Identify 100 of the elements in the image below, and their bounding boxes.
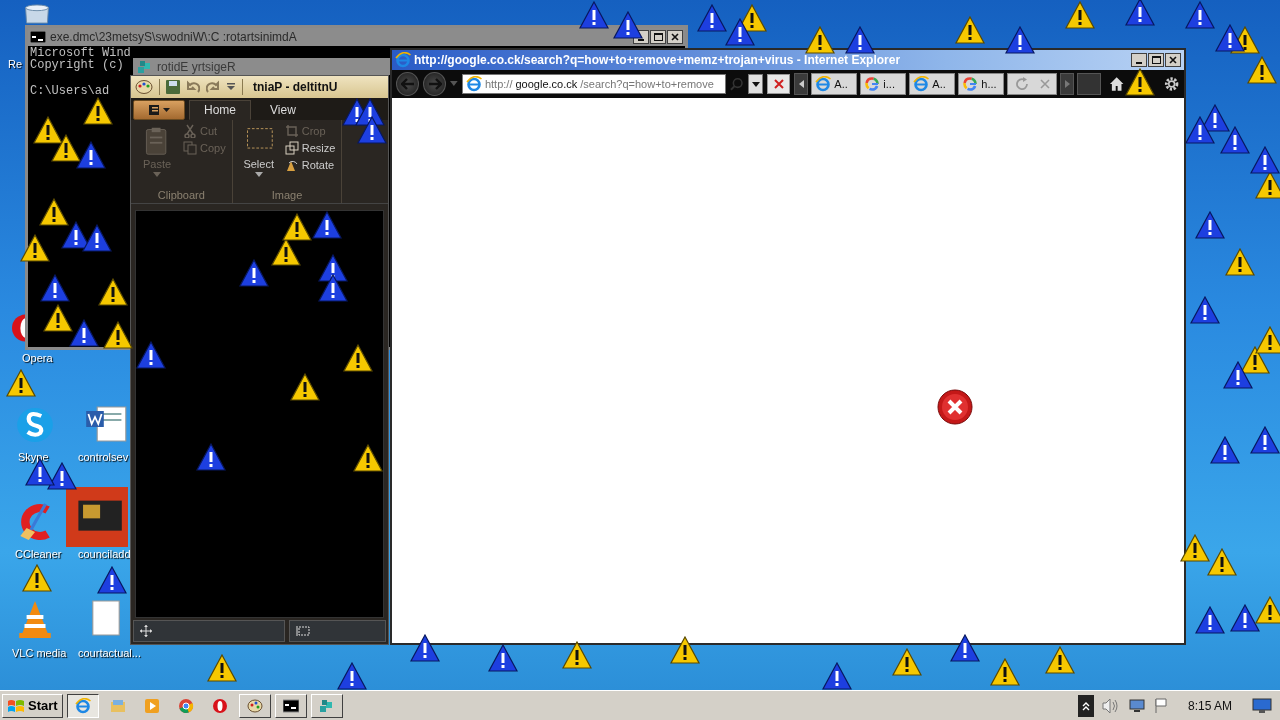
ribbon-button[interactable]: Resize [284,141,336,155]
drawing-canvas[interactable] [135,210,384,618]
tricolor-circle-icon [177,697,194,714]
scroll-right-button[interactable] [1060,73,1075,95]
flag-icon[interactable] [1153,697,1168,714]
browser-tab[interactable]: i... [860,73,907,95]
caret-icon [254,172,263,177]
warning-icon [239,259,269,287]
warning-icon [76,141,106,169]
desktop-icon-label[interactable]: Re [8,58,23,70]
taskbar-button[interactable] [66,693,99,718]
ribbon-tab[interactable]: View [255,100,311,120]
browser-tab[interactable]: h... [958,73,1005,95]
maximize-button[interactable] [1148,53,1164,67]
console-icon [30,31,46,43]
caret-icon [798,80,804,88]
warning-icon [1255,171,1280,199]
warning-icon [282,213,312,241]
forward-arrow-icon [427,78,442,90]
resize-icon [284,141,299,155]
warning-icon [845,26,875,54]
warning-icon [1247,56,1277,84]
redo-icon[interactable] [206,80,220,94]
folder-icon [109,697,126,714]
close-button[interactable] [1165,53,1181,67]
network-icon[interactable] [1127,698,1146,713]
scissors-icon [183,124,197,138]
warning-icon [196,443,226,471]
warning-icon [1195,606,1225,634]
start-button[interactable]: Start [2,693,63,718]
undo-icon[interactable] [186,80,200,94]
warning-icon [1215,24,1245,52]
stop-button[interactable] [767,74,791,94]
browser-logo-icon [465,76,482,92]
play-icon [143,697,160,714]
double-caret-icon [1081,700,1090,711]
address-dropdown-button[interactable] [747,74,764,94]
warning-icon [97,566,127,594]
home-icon[interactable] [1109,76,1125,92]
o-logo-icon [211,697,228,714]
warning-icon [69,319,99,347]
warning-icon [1210,436,1240,464]
console-icon [282,697,299,714]
stop-icon [773,79,784,89]
warning-icon [103,321,133,349]
back-button[interactable] [396,72,420,96]
warning-icon [6,369,36,397]
caret-icon [751,81,760,87]
caret-icon [153,172,161,177]
ribbon-button[interactable]: Select [238,124,279,189]
clock[interactable]: 8:15 AM [1187,698,1232,713]
warning-icon [82,224,112,252]
g-logo-icon [864,76,881,92]
group-label: Clipboard [157,189,205,201]
warning-icon [1230,604,1260,632]
copy-icon [183,141,197,155]
warning-icon [20,234,50,262]
forward-button[interactable] [423,72,447,96]
warning-icon [33,116,63,144]
warning-icon [1255,326,1280,354]
warning-icon [1125,0,1155,26]
window-title: rotidE yrtsigeR [157,59,236,74]
ribbon-tab[interactable]: Home [189,100,251,120]
warning-icon [1223,361,1253,389]
speaker-icon[interactable] [1101,697,1120,714]
warning-icon [357,116,387,144]
new-tab-button[interactable] [1077,73,1102,95]
browser-tab[interactable]: A.. [811,73,858,95]
warning-icon [892,648,922,676]
warning-icon [1225,248,1255,276]
browser-tab[interactable]: A.. [909,73,956,95]
warning-icon [39,198,69,226]
rotate-icon [284,158,299,172]
warning-icon [1195,211,1225,239]
warning-icon [1207,548,1237,576]
refresh-icon [1015,77,1030,91]
dropdown-icon[interactable] [450,81,458,87]
ribbon-button[interactable]: Rotate [284,158,336,172]
warning-icon [312,211,342,239]
warning-icon [1250,146,1280,174]
warning-icon [98,278,128,306]
minimize-button[interactable] [1131,53,1147,67]
warning-icon [83,97,113,125]
warning-icon [1005,26,1035,54]
save-icon[interactable] [166,80,180,94]
show-desktop-icon[interactable] [1252,697,1272,714]
close-button[interactable] [667,30,683,44]
application-menu-button[interactable] [133,100,185,120]
dropdown-icon[interactable] [226,82,236,92]
warning-icon [697,4,727,32]
show-hidden-icons-button[interactable] [1077,694,1094,717]
warning-icon [43,304,73,332]
document-thumbnail-icon[interactable] [66,487,128,547]
maximize-button[interactable] [650,30,666,44]
move-icon [140,625,152,637]
warning-icon [136,341,166,369]
settings-icon[interactable] [1162,75,1180,93]
scroll-left-button[interactable] [794,73,809,95]
address-field[interactable]: http:// google.co.ck /search?q=how+to+remove [461,74,727,94]
menu-icon [147,104,171,116]
